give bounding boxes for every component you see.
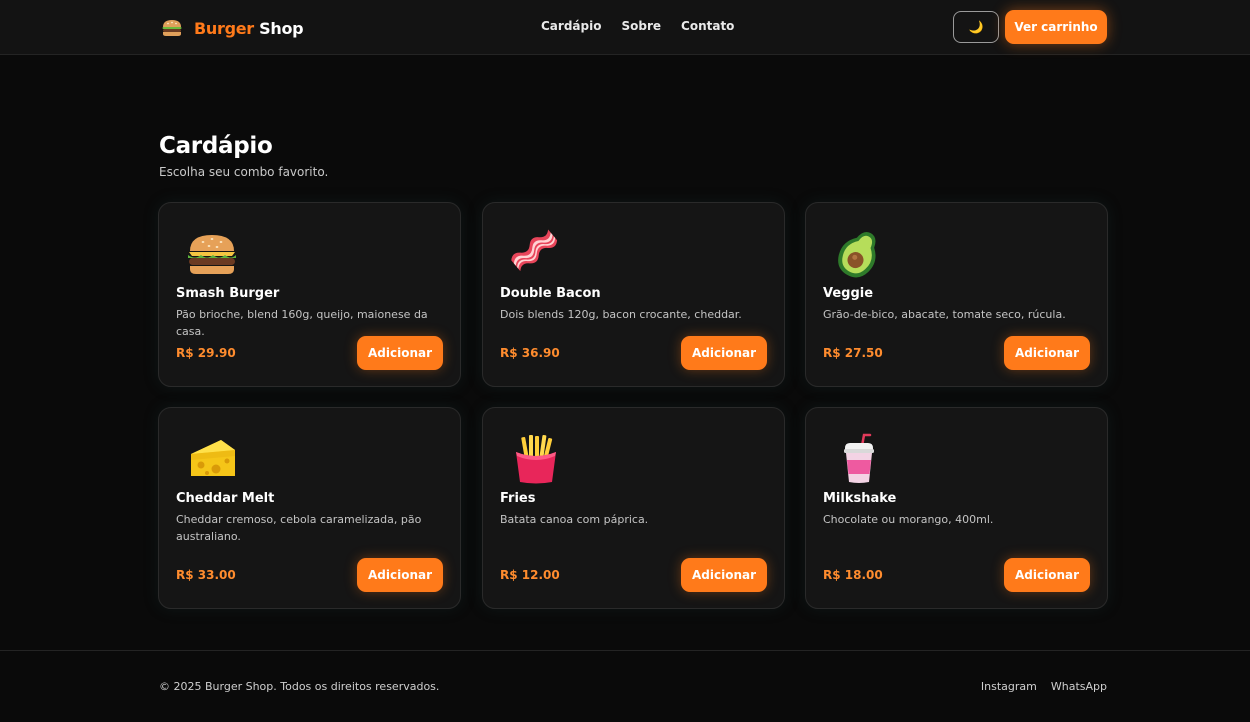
copyright-text: © 2025 Burger Shop. Todos os direitos re… [159, 680, 440, 693]
card-title: Smash Burger [176, 286, 280, 301]
card-price: R$ 27.50 [823, 346, 883, 360]
card-price: R$ 18.00 [823, 568, 883, 582]
fries-icon [509, 432, 563, 486]
moon-icon: 🌙 [968, 20, 984, 34]
card-title: Milkshake [823, 491, 897, 506]
card-description: Chocolate ou morango, 400ml. [823, 513, 994, 526]
card-price: R$ 12.00 [500, 568, 560, 582]
burger-icon [162, 20, 182, 36]
footer-link-instagram[interactable]: Instagram [981, 680, 1037, 693]
card-description: Pão brioche, blend 160g, queijo, maiones… [176, 308, 428, 338]
view-cart-button[interactable]: Ver carrinho [1005, 10, 1107, 44]
card-description: Cheddar cremoso, cebola caramelizada, pã… [176, 513, 422, 543]
menu-card-smash-burger: Smash Burger Pão brioche, blend 160g, qu… [158, 202, 461, 387]
nav-item-sobre[interactable]: Sobre [621, 19, 661, 33]
page-footer: © 2025 Burger Shop. Todos os direitos re… [0, 650, 1250, 722]
brand-logo[interactable]: Burger Shop [161, 16, 304, 40]
footer-link-whatsapp[interactable]: WhatsApp [1051, 680, 1107, 693]
page-subtitle: Escolha seu combo favorito. [159, 165, 329, 179]
menu-card-fries: Fries Batata canoa com páprica. R$ 12.00… [482, 407, 785, 609]
menu-card-double-bacon: Double Bacon Dois blends 120g, bacon cro… [482, 202, 785, 387]
add-button-smash-burger[interactable]: Adicionar [357, 336, 443, 370]
card-description: Dois blends 120g, bacon crocante, chedda… [500, 308, 742, 321]
bacon-icon [509, 227, 563, 281]
nav-item-contato[interactable]: Contato [681, 19, 734, 33]
milkshake-icon [832, 432, 886, 486]
brand-name-accent: Burger [194, 18, 254, 38]
card-title: Veggie [823, 286, 874, 301]
menu-card-cheddar-melt: Cheddar Melt Cheddar cremoso, cebola car… [158, 407, 461, 609]
card-title: Fries [500, 491, 536, 506]
card-description: Batata canoa com páprica. [500, 513, 649, 526]
add-button-cheddar-melt[interactable]: Adicionar [357, 558, 443, 592]
add-button-double-bacon[interactable]: Adicionar [681, 336, 767, 370]
main-nav: Cardápio Sobre Contato [541, 19, 734, 33]
card-price: R$ 29.90 [176, 346, 236, 360]
menu-card-veggie: Veggie Grão-de-bico, abacate, tomate sec… [805, 202, 1108, 387]
top-header: Burger Shop Cardápio Sobre Contato 🌙 Ver… [0, 0, 1250, 55]
burger-icon [185, 227, 239, 281]
card-price: R$ 33.00 [176, 568, 236, 582]
theme-toggle-button[interactable]: 🌙 [953, 11, 999, 43]
card-description: Grão-de-bico, abacate, tomate seco, rúcu… [823, 308, 1066, 321]
avocado-icon [832, 227, 886, 281]
footer-links: Instagram WhatsApp [981, 680, 1107, 693]
brand-name-rest: Shop [253, 18, 304, 38]
card-title: Double Bacon [500, 286, 601, 301]
nav-item-cardapio[interactable]: Cardápio [541, 19, 601, 33]
cheese-icon [185, 432, 239, 486]
card-price: R$ 36.90 [500, 346, 560, 360]
add-button-veggie[interactable]: Adicionar [1004, 336, 1090, 370]
card-title: Cheddar Melt [176, 491, 275, 506]
menu-card-milkshake: Milkshake Chocolate ou morango, 400ml. R… [805, 407, 1108, 609]
page-title: Cardápio [159, 133, 273, 159]
add-button-milkshake[interactable]: Adicionar [1004, 558, 1090, 592]
add-button-fries[interactable]: Adicionar [681, 558, 767, 592]
